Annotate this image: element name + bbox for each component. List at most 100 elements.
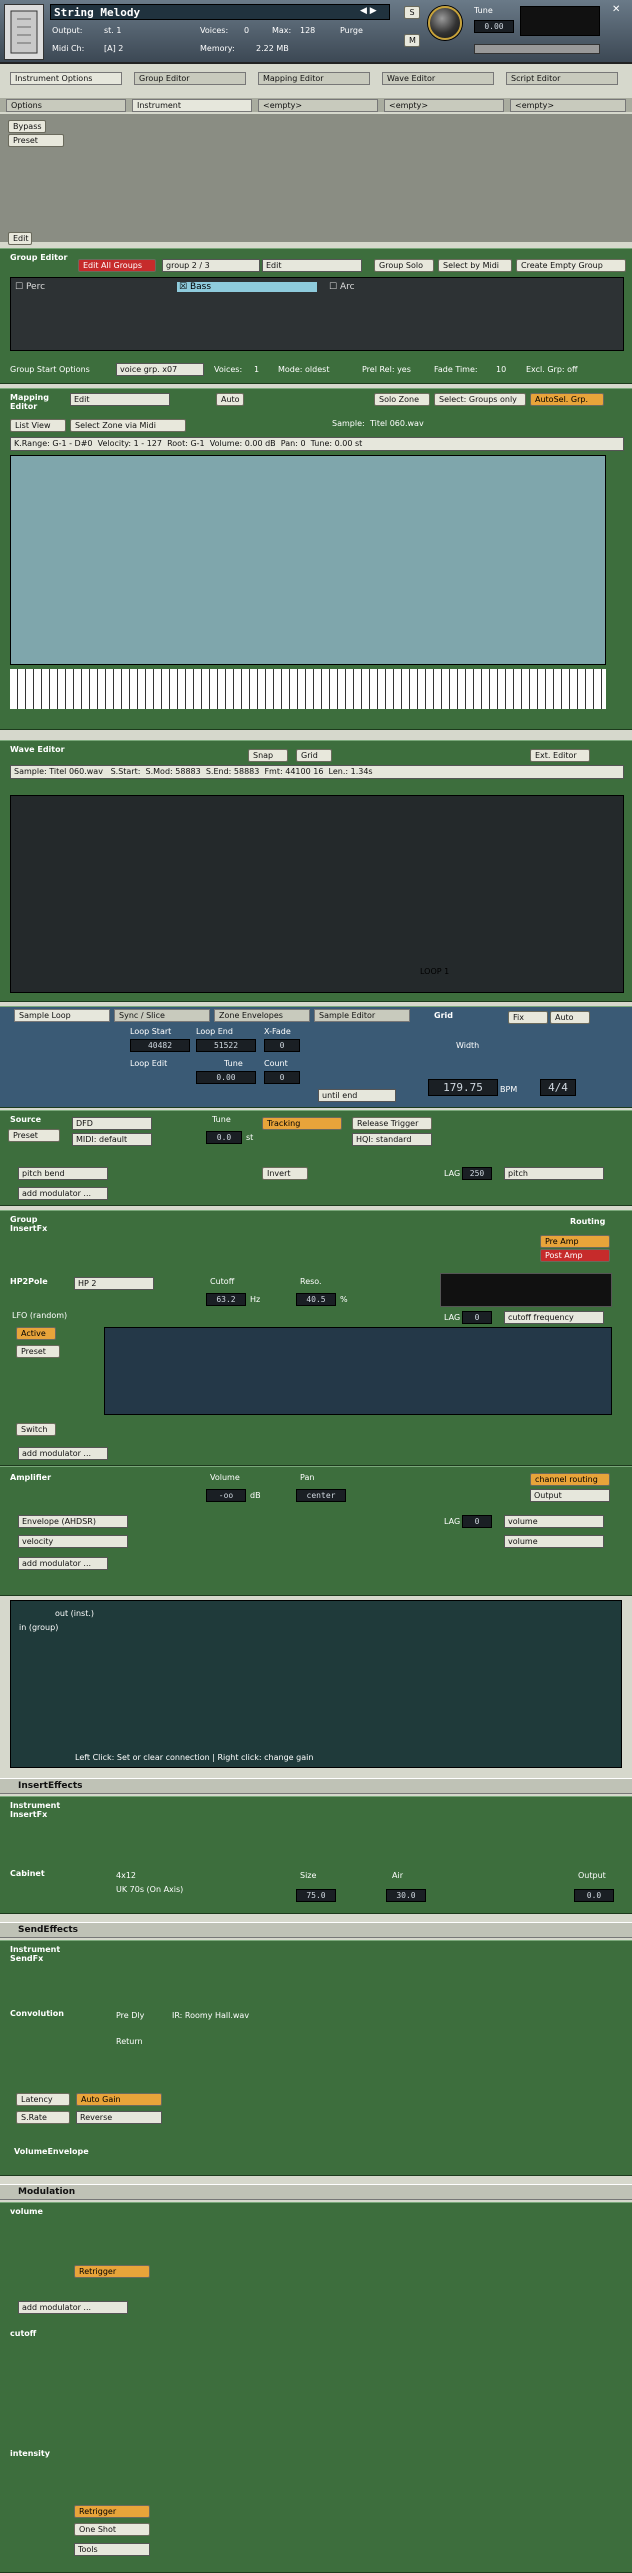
bpm-value[interactable]: 179.75 — [428, 1079, 498, 1096]
xfade-value[interactable]: 0 — [264, 1039, 300, 1052]
create-empty-group-button[interactable]: Create Empty Group — [516, 259, 626, 272]
group-select-dropdown[interactable]: group 2 / 3 — [162, 259, 260, 272]
select-groups-only-button[interactable]: Select: Groups only — [434, 393, 526, 406]
list-view-button[interactable]: List View — [10, 419, 66, 432]
krange-value[interactable]: G-1 - D#0 — [52, 439, 92, 448]
until-end-dropdown[interactable]: until end — [318, 1089, 396, 1102]
fade-time-value[interactable]: 10 — [496, 365, 506, 374]
source-tune-value[interactable]: 0.0 — [206, 1131, 242, 1144]
tracking-button[interactable]: Tracking — [262, 1117, 342, 1130]
midi-dropdown[interactable]: MIDI: default — [72, 1133, 152, 1146]
close-icon[interactable]: ✕ — [612, 4, 620, 15]
modulation-header[interactable]: Modulation — [0, 2184, 632, 2200]
pan-slider[interactable] — [474, 44, 600, 54]
loop-end-value[interactable]: 51522 — [196, 1039, 256, 1052]
grid-button[interactable]: Grid — [296, 749, 332, 762]
zone-grid[interactable] — [10, 455, 606, 665]
tab-sample-loop[interactable]: Sample Loop — [14, 1009, 110, 1022]
dfd-dropdown[interactable]: DFD — [72, 1117, 152, 1130]
s-mod-value[interactable]: 58883 — [175, 767, 200, 776]
grid-auto-button[interactable]: Auto — [550, 1011, 590, 1024]
cab-output-value[interactable]: 0.0 — [574, 1889, 614, 1902]
group-item-bass[interactable]: ☒ Bass — [177, 282, 317, 292]
channel-routing-button[interactable]: channel routing — [530, 1473, 610, 1486]
volume-value[interactable]: 0.00 dB — [245, 439, 276, 448]
lag-value[interactable]: 250 — [462, 1167, 492, 1180]
tab-sample-editor[interactable]: Sample Editor — [314, 1009, 410, 1022]
reverse-toggle[interactable]: Reverse — [76, 2111, 162, 2124]
cab-air-value[interactable]: 30.0 — [386, 1889, 426, 1902]
solo-button[interactable]: S — [404, 6, 420, 19]
one-shot-button[interactable]: One Shot — [74, 2523, 150, 2536]
amp-add-modulator-dropdown[interactable]: add modulator ... — [18, 1557, 108, 1570]
purge-button[interactable]: Purge — [340, 26, 363, 35]
tune-knob[interactable] — [428, 6, 462, 40]
auto-gain-button[interactable]: Auto Gain — [76, 2093, 162, 2106]
mod-add-modulator-dropdown[interactable]: add modulator ... — [18, 2301, 128, 2314]
amp-volume-value[interactable]: -oo — [206, 1489, 246, 1502]
send-effects-header[interactable]: SendEffects — [0, 1922, 632, 1938]
edit-dropdown[interactable]: Edit — [262, 259, 362, 272]
time-signature-value[interactable]: 4/4 — [540, 1079, 576, 1096]
group-solo-button[interactable]: Group Solo — [374, 259, 434, 272]
tab-zone-envelopes[interactable]: Zone Envelopes — [214, 1009, 310, 1022]
tab-instrument-options[interactable]: Instrument Options — [10, 72, 122, 85]
waveform-display[interactable] — [10, 795, 624, 993]
autosel-group-button[interactable]: AutoSel. Grp. — [530, 393, 604, 406]
velocity-value[interactable]: 1 - 127 — [134, 439, 162, 448]
lfo-lag-value[interactable]: 0 — [462, 1311, 492, 1324]
voices-value-2[interactable]: 1 — [254, 365, 259, 374]
instrument-icon[interactable] — [4, 4, 44, 60]
invert-button[interactable]: Invert — [262, 1167, 308, 1180]
edit-all-groups-button[interactable]: Edit All Groups — [78, 259, 156, 272]
solo-zone-button[interactable]: Solo Zone — [374, 393, 430, 406]
script-tab-options[interactable]: Options — [6, 99, 126, 112]
loop-count-value[interactable]: 0 — [264, 1071, 300, 1084]
script-tab-empty-1[interactable]: <empty> — [258, 99, 378, 112]
pre-amp-button[interactable]: Pre Amp — [540, 1235, 610, 1248]
group-item-arc[interactable]: ☐ Arc — [329, 282, 355, 292]
mode-dropdown[interactable]: Mode: oldest — [278, 365, 329, 374]
hq-dropdown[interactable]: HQI: standard — [352, 1133, 432, 1146]
cutoff-value[interactable]: 63.2 — [206, 1293, 246, 1306]
srate-button[interactable]: S.Rate — [16, 2111, 70, 2124]
midi-value[interactable]: [A] 2 — [104, 44, 123, 53]
intensity-retrigger-button[interactable]: Retrigger — [74, 2505, 150, 2518]
tab-script-editor[interactable]: Script Editor — [506, 72, 618, 85]
amp-output-dropdown[interactable]: Output — [530, 1489, 610, 1502]
script-tab-empty-2[interactable]: <empty> — [384, 99, 504, 112]
group-item-perc[interactable]: ☐ Perc — [15, 282, 45, 292]
keyboard[interactable] — [10, 669, 606, 709]
snap-button[interactable]: Snap — [248, 749, 288, 762]
reso-value[interactable]: 40.5 — [296, 1293, 336, 1306]
tab-sync-slice[interactable]: Sync / Slice — [114, 1009, 210, 1022]
vel-volume-target-dropdown[interactable]: volume — [504, 1535, 604, 1548]
select-by-midi-button[interactable]: Select by Midi — [438, 259, 512, 272]
retrigger-button[interactable]: Retrigger — [74, 2265, 150, 2278]
pitch-bend-dropdown[interactable]: pitch bend — [18, 1167, 108, 1180]
amp-lag-value[interactable]: 0 — [462, 1515, 492, 1528]
exclusive-group-dropdown[interactable]: Excl. Grp: off — [526, 365, 578, 374]
lfo-active-button[interactable]: Active — [16, 1327, 56, 1340]
latency-button[interactable]: Latency — [16, 2093, 70, 2106]
loop-tune-value[interactable]: 0.00 — [196, 1071, 256, 1084]
filter-type-dropdown[interactable]: HP 2 — [74, 1277, 154, 1290]
mapping-edit-dropdown[interactable]: Edit — [70, 393, 170, 406]
tools-dropdown[interactable]: Tools — [74, 2543, 150, 2556]
root-value[interactable]: G-1 — [190, 439, 204, 448]
bypass-button[interactable]: Bypass — [8, 120, 46, 133]
s-end-value[interactable]: 58883 — [234, 767, 259, 776]
voice-group-dropdown[interactable]: voice grp. x07 — [116, 363, 204, 376]
output-value[interactable]: st. 1 — [104, 26, 121, 35]
edit-button[interactable]: Edit — [8, 232, 32, 245]
channel-routing-matrix[interactable]: out (inst.) in (group) Left Click: Set o… — [10, 1600, 622, 1768]
pitch-target-dropdown[interactable]: pitch — [504, 1167, 604, 1180]
envelope-ahdsr-dropdown[interactable]: Envelope (AHDSR) — [18, 1515, 128, 1528]
select-zone-midi-button[interactable]: Select Zone via Midi — [70, 419, 186, 432]
source-preset-dropdown[interactable]: Preset — [8, 1129, 60, 1142]
env-volume-target-dropdown[interactable]: volume — [504, 1515, 604, 1528]
pan-value[interactable]: 0 — [300, 439, 305, 448]
instrument-name-field[interactable]: String Melody — [50, 4, 390, 20]
tune-value[interactable]: 0.00 — [474, 20, 514, 33]
preset-dropdown[interactable]: Preset — [8, 134, 64, 147]
